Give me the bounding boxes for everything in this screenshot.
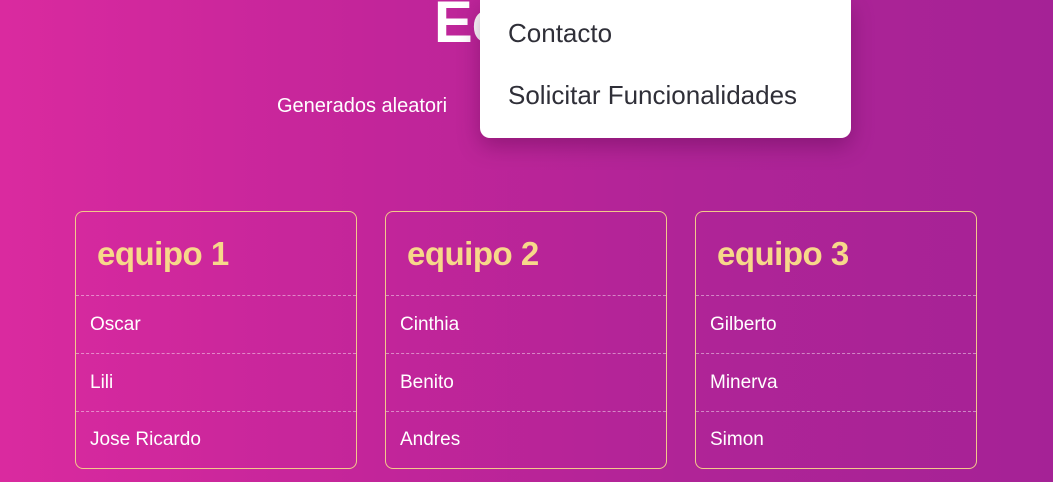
team-member: Oscar (76, 295, 356, 353)
team-member: Andres (386, 411, 666, 468)
team-member: Benito (386, 353, 666, 411)
team-member: Cinthia (386, 295, 666, 353)
team-card-2: equipo 2 Cinthia Benito Andres (385, 211, 667, 469)
team-card-header: equipo 3 (696, 212, 976, 295)
team-title: equipo 3 (717, 234, 849, 272)
team-title: equipo 2 (407, 234, 539, 272)
team-member: Simon (696, 411, 976, 468)
team-member: Jose Ricardo (76, 411, 356, 468)
menu-item-solicitar-funcionalidades[interactable]: Solicitar Funcionalidades (508, 80, 797, 111)
team-title: equipo 1 (97, 234, 229, 272)
page-subtitle: Generados aleatori (277, 95, 448, 117)
team-card-header: equipo 1 (76, 212, 356, 295)
team-card-header: equipo 2 (386, 212, 666, 295)
teams-container: equipo 1 Oscar Lili Jose Ricardo equipo … (75, 211, 977, 469)
team-member: Lili (76, 353, 356, 411)
team-member: Minerva (696, 353, 976, 411)
menu-item-contacto[interactable]: Contacto (508, 18, 612, 49)
team-member: Gilberto (696, 295, 976, 353)
team-card-3: equipo 3 Gilberto Minerva Simon (695, 211, 977, 469)
dropdown-menu: Contacto Solicitar Funcionalidades (480, 0, 851, 138)
team-card-1: equipo 1 Oscar Lili Jose Ricardo (75, 211, 357, 469)
